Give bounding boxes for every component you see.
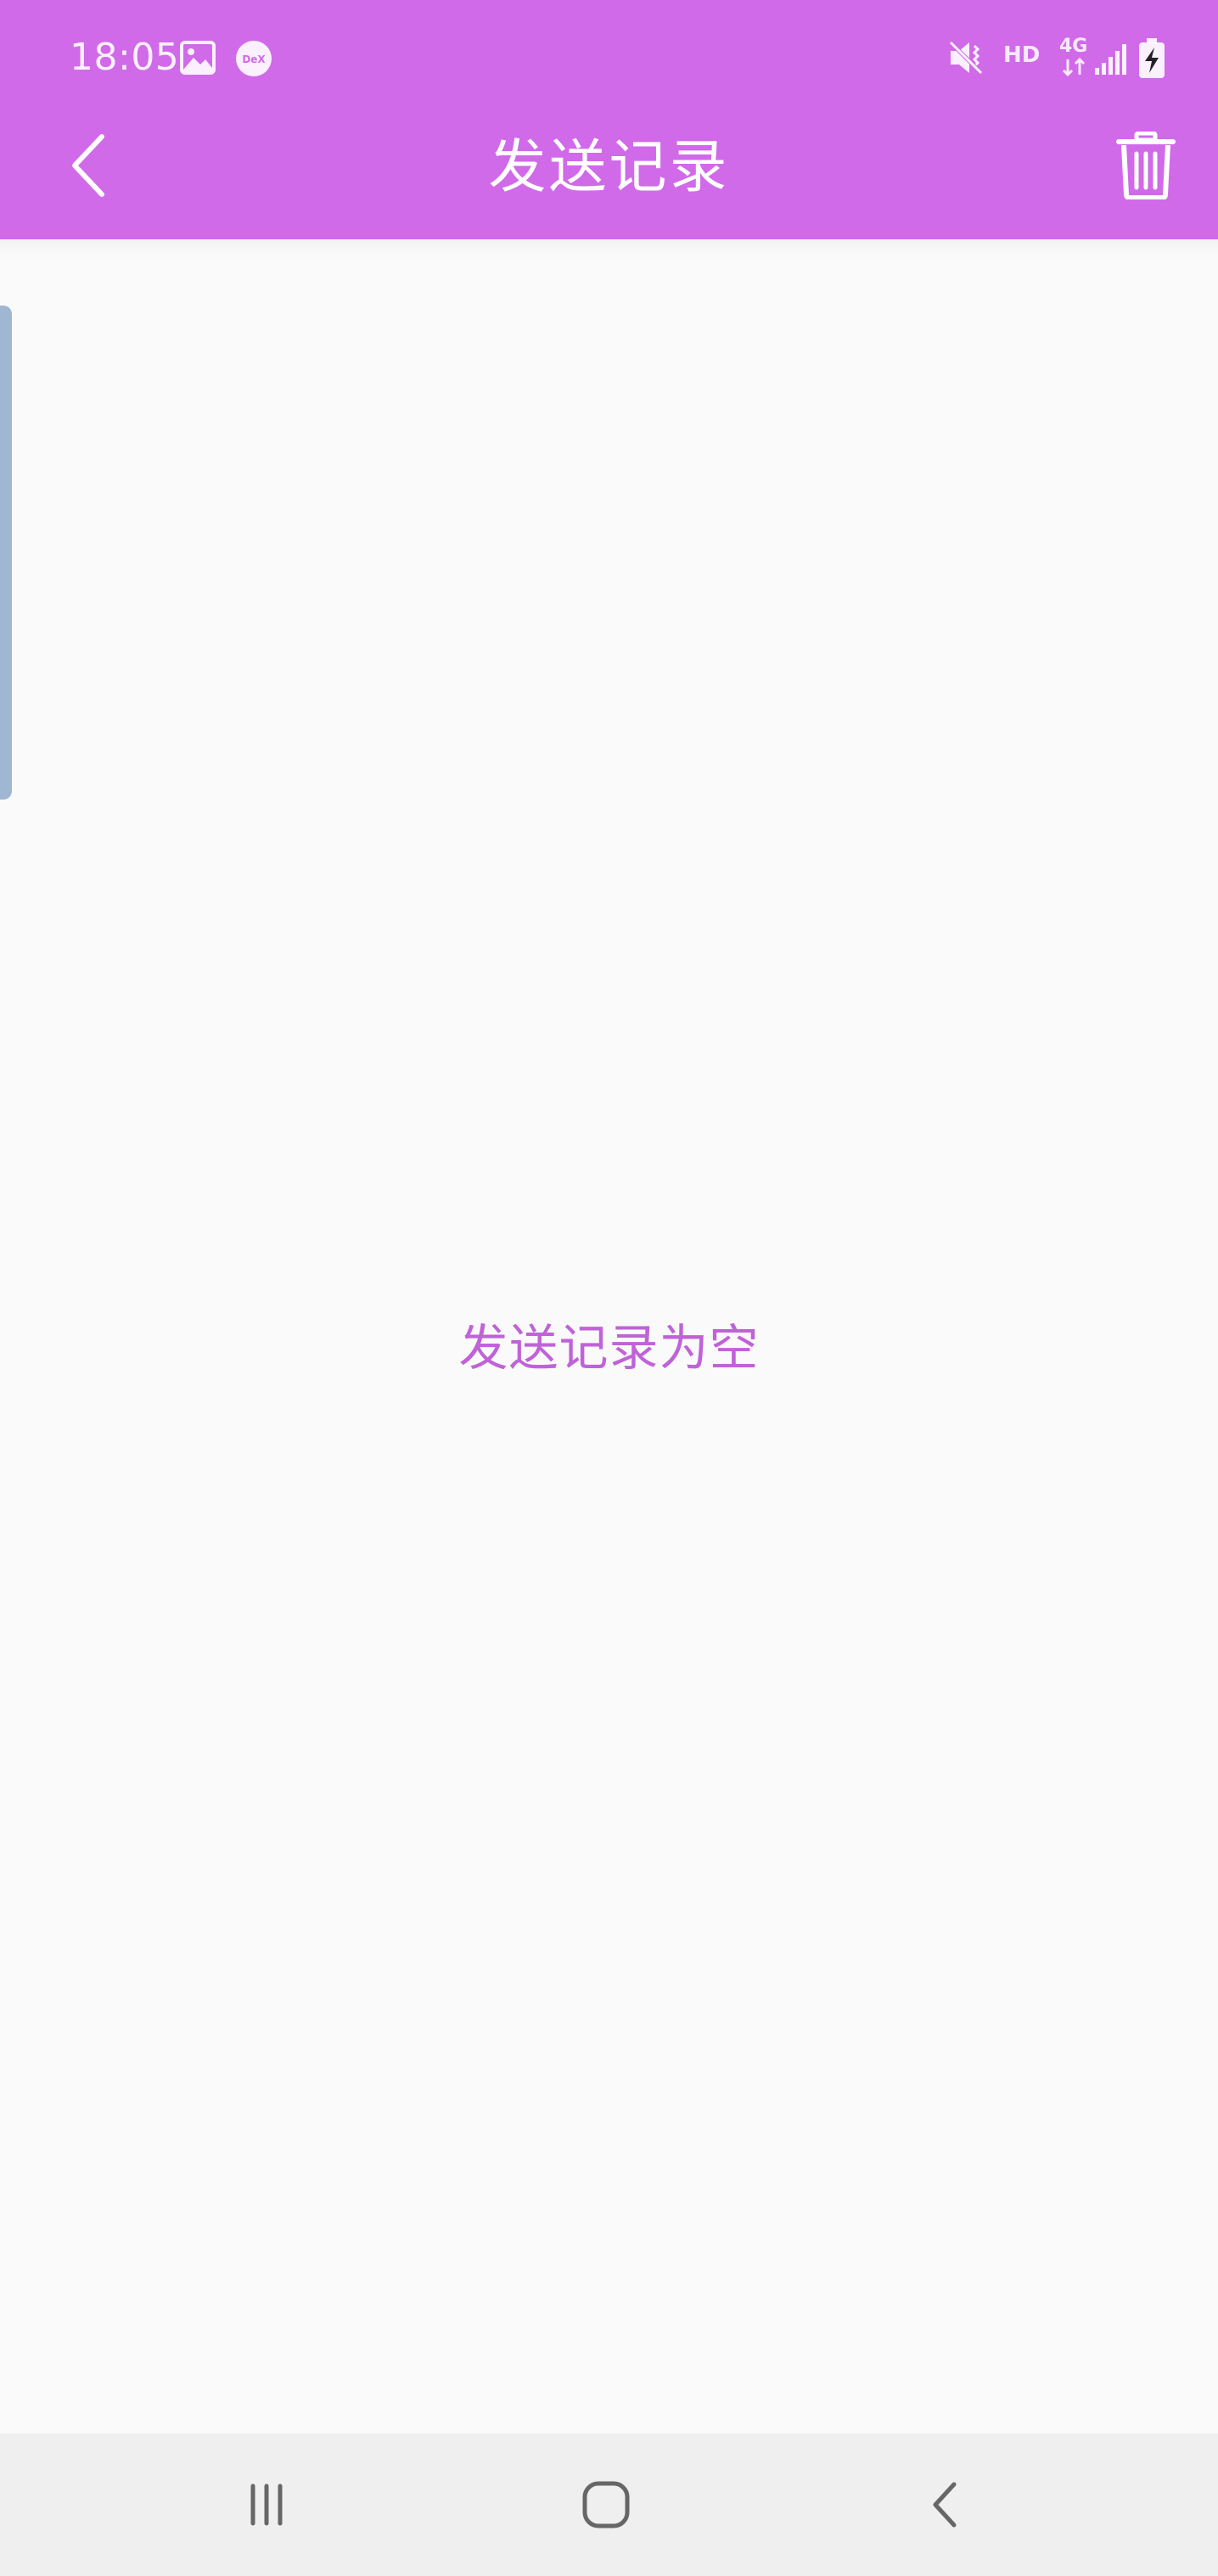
app-header: 18:05 DeX HD 4G 发送记录	[0, 0, 1218, 239]
signal-icon	[1095, 44, 1126, 75]
battery-charging-icon	[1139, 38, 1165, 78]
toolbar: 发送记录	[0, 119, 1218, 239]
image-icon	[180, 41, 216, 75]
recents-button[interactable]	[224, 2462, 309, 2547]
home-icon	[582, 2481, 630, 2528]
status-bar: 18:05 DeX HD 4G	[0, 0, 1218, 119]
empty-state-message: 发送记录为空	[458, 1319, 760, 1377]
page-title: 发送记录	[488, 134, 730, 201]
hd-icon: HD	[1003, 42, 1041, 68]
dex-icon: DeX	[236, 41, 272, 76]
4g-data-icon: 4G	[1059, 36, 1088, 57]
back-arrow-icon	[933, 2482, 957, 2528]
data-arrows-icon	[1062, 58, 1086, 76]
nav-back-button[interactable]	[903, 2462, 988, 2547]
edge-panel-handle[interactable]	[0, 306, 12, 800]
delete-all-button[interactable]	[1099, 119, 1193, 212]
trash-icon	[1116, 132, 1176, 199]
system-navigation-bar	[0, 2433, 1218, 2576]
home-button[interactable]	[564, 2462, 648, 2547]
header-shadow	[0, 239, 1218, 255]
mute-vibrate-icon	[949, 41, 983, 75]
recents-icon	[250, 2483, 283, 2526]
svg-text:DeX: DeX	[242, 53, 266, 65]
status-time: 18:05	[70, 36, 180, 79]
